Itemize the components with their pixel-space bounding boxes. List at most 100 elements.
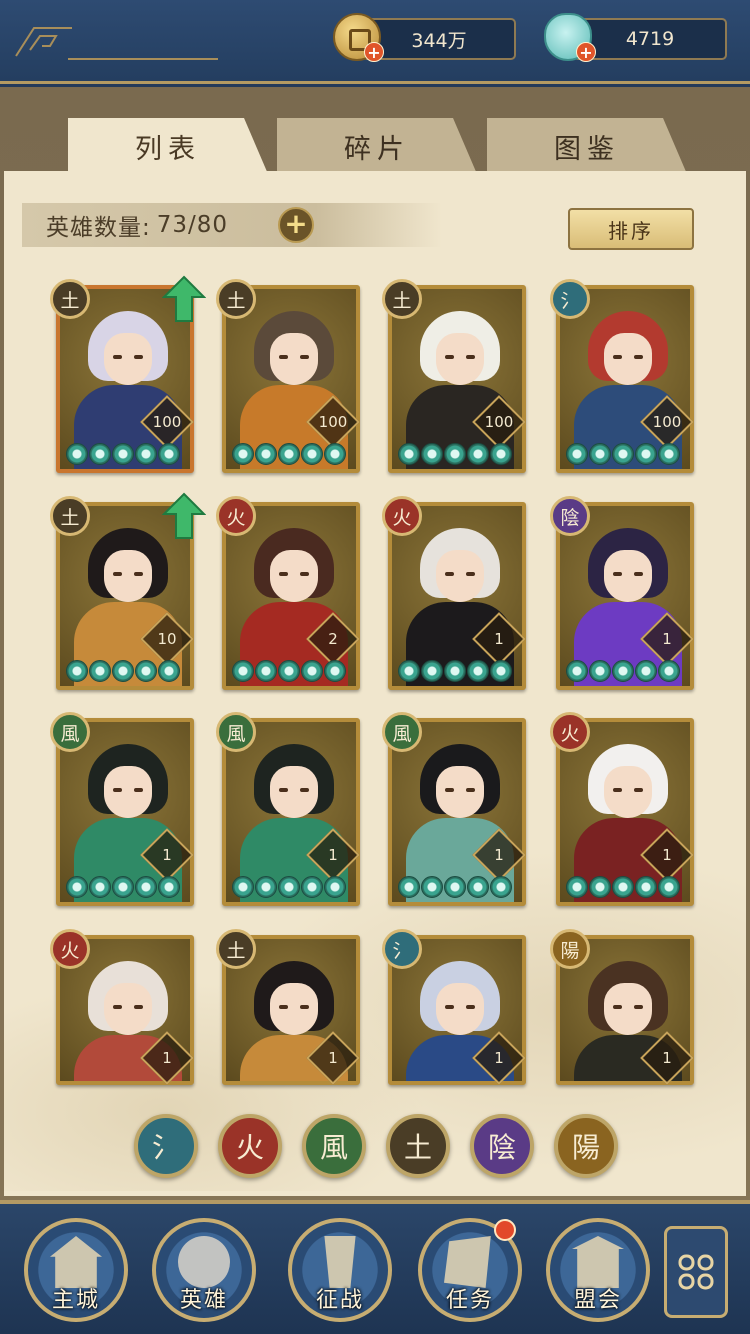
hero-level: 100	[652, 413, 682, 431]
element-badge-icon: 風	[50, 712, 90, 752]
hero-level: 1	[162, 846, 172, 864]
hero-level: 1	[328, 846, 338, 864]
jade-star-icon	[490, 876, 512, 898]
element-filter-button[interactable]: 陽	[554, 1114, 618, 1178]
hero-card[interactable]: 氵 100	[550, 279, 694, 473]
sort-button[interactable]: 排序	[568, 208, 694, 250]
jade-star-icon	[255, 443, 277, 465]
jade-star-icon	[589, 443, 611, 465]
element-filter-bar: 氵火風土陰陽	[134, 1114, 618, 1178]
jade-star-icon	[324, 443, 346, 465]
expand-hero-slots-button[interactable]: +	[278, 207, 314, 243]
jade-star-icon	[255, 876, 277, 898]
add-gems-icon[interactable]: +	[576, 42, 596, 62]
flower-menu-icon[interactable]	[664, 1226, 728, 1318]
hero-card[interactable]: 陰1	[550, 496, 694, 690]
jade-star-icon	[421, 876, 443, 898]
nav-guild-hall-icon[interactable]: 盟会	[546, 1218, 650, 1322]
add-coins-icon[interactable]: +	[364, 42, 384, 62]
hero-stars	[66, 876, 180, 898]
jade-star-icon	[112, 876, 134, 898]
hero-level: 1	[494, 1049, 504, 1067]
jade-star-icon	[467, 660, 489, 682]
tab-list[interactable]: 列表	[68, 118, 268, 174]
hero-card[interactable]: 火1	[50, 929, 194, 1085]
hero-count-label: 英雄数量:	[46, 215, 151, 241]
cloud-pattern-icon	[15, 27, 72, 57]
tab-codex-label: 图鉴	[554, 133, 620, 165]
hero-card[interactable]: 陽1	[550, 929, 694, 1085]
hero-card[interactable]: 火1	[382, 496, 526, 690]
jade-star-icon	[232, 876, 254, 898]
hero-stars	[232, 876, 346, 898]
jade-star-icon	[255, 660, 277, 682]
hero-card[interactable]: 火2	[216, 496, 360, 690]
jade-star-icon	[635, 443, 657, 465]
jade-star-icon	[444, 660, 466, 682]
hero-card[interactable]: 土 100	[216, 279, 360, 473]
jade-star-icon	[589, 660, 611, 682]
hero-level: 2	[328, 630, 338, 648]
upgrade-arrow-icon	[162, 275, 206, 322]
nav-palace-icon[interactable]: 主城	[24, 1218, 128, 1322]
nav-hero-portrait-icon[interactable]: 英雄	[152, 1218, 256, 1322]
hero-level: 100	[318, 413, 348, 431]
hero-portrait-icon	[178, 1236, 230, 1288]
jade-star-icon	[421, 443, 443, 465]
hero-card[interactable]: 風1	[216, 712, 360, 906]
element-filter-button[interactable]: 風	[302, 1114, 366, 1178]
hero-stars	[398, 876, 512, 898]
jade-star-icon	[66, 660, 88, 682]
element-filter-button[interactable]: 土	[386, 1114, 450, 1178]
hero-count-value: 73/80	[156, 212, 229, 238]
hero-card[interactable]: 氵1	[382, 929, 526, 1085]
hero-stars	[398, 443, 512, 465]
element-badge-icon: 陽	[550, 929, 590, 969]
jade-star-icon	[612, 443, 634, 465]
hero-card[interactable]: 風1	[382, 712, 526, 906]
element-badge-icon: 火	[550, 712, 590, 752]
hero-card[interactable]: 土1	[216, 929, 360, 1085]
element-badge-icon: 土	[216, 279, 256, 319]
jade-star-icon	[658, 443, 680, 465]
hero-level: 1	[662, 630, 672, 648]
tab-list-label: 列表	[135, 133, 201, 165]
jade-star-icon	[658, 876, 680, 898]
hero-card[interactable]: 土 100	[50, 275, 206, 473]
jade-star-icon	[612, 876, 634, 898]
hero-level: 1	[494, 846, 504, 864]
hero-card[interactable]: 土 10	[50, 492, 206, 690]
element-filter-button[interactable]: 氵	[134, 1114, 198, 1178]
coin-counter: 344万	[362, 18, 516, 60]
upgrade-arrow-icon	[162, 492, 206, 539]
hero-stars	[566, 876, 680, 898]
element-badge-icon: 火	[50, 929, 90, 969]
jade-star-icon	[658, 660, 680, 682]
element-badge-icon: 風	[382, 712, 422, 752]
element-filter-button[interactable]: 陰	[470, 1114, 534, 1178]
tab-fragments[interactable]: 碎片	[277, 118, 477, 174]
hero-level: 1	[328, 1049, 338, 1067]
nav-label: 盟会	[573, 1288, 622, 1313]
guild-hall-icon	[572, 1236, 624, 1288]
hero-level: 1	[494, 630, 504, 648]
hero-level: 1	[662, 1049, 672, 1067]
nav-battle-scroll-icon[interactable]: 征战	[288, 1218, 392, 1322]
element-badge-icon: 氵	[382, 929, 422, 969]
hero-card[interactable]: 風1	[50, 712, 194, 906]
element-badge-icon: 陰	[550, 496, 590, 536]
jade-star-icon	[135, 443, 157, 465]
hero-card[interactable]: 土 100	[382, 279, 526, 473]
element-badge-icon: 土	[50, 279, 90, 319]
tab-codex[interactable]: 图鉴	[487, 118, 687, 174]
hero-level: 10	[157, 630, 177, 648]
hero-card[interactable]: 火1	[550, 712, 694, 906]
element-badge-icon: 土	[50, 496, 90, 536]
jade-star-icon	[112, 660, 134, 682]
flower-menu-glyph	[678, 1254, 714, 1290]
element-filter-button[interactable]: 火	[218, 1114, 282, 1178]
jade-star-icon	[89, 876, 111, 898]
jade-star-icon	[398, 660, 420, 682]
nav-label: 征战	[315, 1288, 364, 1313]
hero-level: 1	[662, 846, 672, 864]
